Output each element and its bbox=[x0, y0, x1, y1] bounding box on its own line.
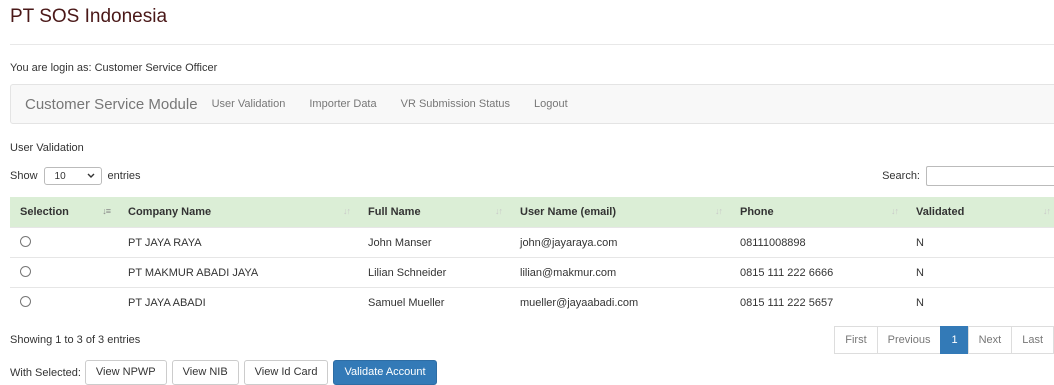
table-info: Showing 1 to 3 of 3 entries bbox=[10, 334, 141, 346]
navbar-brand[interactable]: Customer Service Module bbox=[25, 96, 198, 113]
sort-ascending-icon: ↓≡ bbox=[102, 206, 111, 216]
row-radio[interactable] bbox=[20, 235, 31, 247]
row-radio[interactable] bbox=[20, 295, 31, 307]
validate-account-button[interactable]: Validate Account bbox=[333, 360, 437, 385]
full-name-cell: John Manser bbox=[358, 227, 510, 258]
sort-icon: ↓↑ bbox=[715, 206, 723, 216]
nav-importer-data[interactable]: Importer Data bbox=[309, 98, 376, 110]
column-header-validated[interactable]: Validated ↓↑ bbox=[906, 197, 1054, 228]
title-divider bbox=[10, 44, 1054, 45]
sort-icon: ↓↑ bbox=[1043, 206, 1051, 216]
table-header-row: Selection ↓≡ Company Name ↓↑ Full Name ↓… bbox=[10, 197, 1054, 228]
full-name-cell: Lilian Schneider bbox=[358, 257, 510, 288]
company-cell: PT MAKMUR ABADI JAYA bbox=[118, 257, 358, 288]
search-control: Search: bbox=[882, 166, 1054, 186]
email-cell: mueller@jayaabadi.com bbox=[510, 287, 730, 317]
sort-icon: ↓↑ bbox=[343, 206, 351, 216]
pagination: First Previous 1 Next Last bbox=[834, 326, 1054, 354]
selection-cell bbox=[10, 227, 118, 258]
validated-cell: N bbox=[906, 257, 1054, 288]
page-current-button[interactable]: 1 bbox=[940, 326, 969, 354]
section-label: User Validation bbox=[10, 142, 84, 154]
page-next-button[interactable]: Next bbox=[967, 326, 1013, 354]
table-row: PT MAKMUR ABADI JAYA Lilian Schneider li… bbox=[10, 257, 1054, 288]
navbar: Customer Service Module User Validation … bbox=[10, 84, 1054, 124]
email-cell: lilian@makmur.com bbox=[510, 257, 730, 288]
table-row: PT JAYA RAYA John Manser john@jayaraya.c… bbox=[10, 227, 1054, 258]
chevron-down-icon bbox=[87, 171, 95, 182]
table-row: PT JAYA ABADI Samuel Mueller mueller@jay… bbox=[10, 287, 1054, 317]
validated-cell: N bbox=[906, 227, 1054, 258]
page-first-button[interactable]: First bbox=[834, 326, 878, 354]
search-label: Search: bbox=[882, 170, 920, 182]
entries-select[interactable]: 10 bbox=[43, 167, 102, 185]
column-header-selection[interactable]: Selection ↓≡ bbox=[10, 197, 118, 228]
phone-cell: 0815 111 222 5657 bbox=[730, 287, 906, 317]
selection-cell bbox=[10, 287, 118, 317]
phone-cell: 08111008898 bbox=[730, 227, 906, 258]
email-cell: john@jayaraya.com bbox=[510, 227, 730, 258]
page-last-button[interactable]: Last bbox=[1011, 326, 1054, 354]
nav-logout[interactable]: Logout bbox=[534, 98, 568, 110]
page-title: PT SOS Indonesia bbox=[10, 6, 168, 27]
company-cell: PT JAYA RAYA bbox=[118, 227, 358, 258]
sort-icon: ↓↑ bbox=[891, 206, 899, 216]
show-label: Show bbox=[10, 170, 38, 182]
nav-user-validation[interactable]: User Validation bbox=[212, 98, 286, 110]
selection-cell bbox=[10, 257, 118, 288]
search-input[interactable] bbox=[926, 166, 1054, 186]
column-header-phone[interactable]: Phone ↓↑ bbox=[730, 197, 906, 228]
company-cell: PT JAYA ABADI bbox=[118, 287, 358, 317]
entries-select-value: 10 bbox=[54, 170, 66, 182]
sort-icon: ↓↑ bbox=[495, 206, 503, 216]
with-selected-actions: With Selected: View NPWP View NIB View I… bbox=[10, 360, 442, 385]
view-nib-button[interactable]: View NIB bbox=[171, 360, 239, 385]
full-name-cell: Samuel Mueller bbox=[358, 287, 510, 317]
validated-cell: N bbox=[906, 287, 1054, 317]
column-header-user-name[interactable]: User Name (email) ↓↑ bbox=[510, 197, 730, 228]
view-id-card-button[interactable]: View Id Card bbox=[243, 360, 329, 385]
entries-label: entries bbox=[107, 170, 141, 182]
row-radio[interactable] bbox=[20, 265, 31, 277]
view-npwp-button[interactable]: View NPWP bbox=[84, 360, 167, 385]
page-previous-button[interactable]: Previous bbox=[876, 326, 942, 354]
nav-vr-submission-status[interactable]: VR Submission Status bbox=[401, 98, 510, 110]
column-header-full-name[interactable]: Full Name ↓↑ bbox=[358, 197, 510, 228]
login-info: You are login as: Customer Service Offic… bbox=[10, 62, 218, 74]
entries-length-control: Show 10 entries bbox=[10, 167, 141, 185]
phone-cell: 0815 111 222 6666 bbox=[730, 257, 906, 288]
user-validation-table: Selection ↓≡ Company Name ↓↑ Full Name ↓… bbox=[10, 197, 1054, 317]
with-selected-label: With Selected: bbox=[10, 366, 81, 379]
column-header-company-name[interactable]: Company Name ↓↑ bbox=[118, 197, 358, 228]
